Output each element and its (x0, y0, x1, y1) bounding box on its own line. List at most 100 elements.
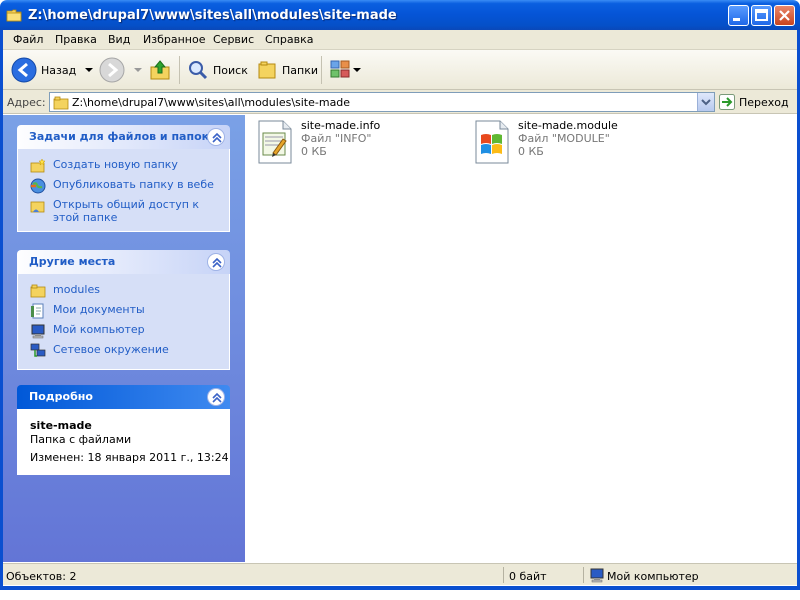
minimize-button[interactable] (728, 5, 749, 26)
file-info: site-made.module Файл "MODULE" 0 КБ (518, 119, 618, 167)
folder-icon (30, 284, 46, 298)
my-computer-icon (590, 568, 604, 583)
publish-web-icon (30, 178, 46, 194)
dropdown-arrow-icon[interactable] (84, 65, 94, 75)
menu-favorites[interactable]: Избранное (143, 33, 205, 46)
details-header[interactable]: Подробно (17, 385, 230, 409)
place-label: Мой компьютер (53, 323, 145, 336)
file-item[interactable]: site-made.module Файл "MODULE" 0 КБ (472, 119, 618, 167)
window-title: Z:\home\drupal7\www\sites\all\modules\si… (28, 8, 397, 23)
file-tasks-title: Задачи для файлов и папок (29, 130, 210, 143)
task-new-folder[interactable]: Создать новую папку (30, 158, 178, 174)
menu-tools[interactable]: Сервис (213, 33, 254, 46)
forward-arrow-icon (99, 57, 125, 83)
menu-file[interactable]: Файл (13, 33, 43, 46)
file-type: Файл "INFO" (301, 132, 372, 145)
place-my-documents[interactable]: Мои документы (30, 303, 145, 319)
address-label: Адрес: (7, 96, 46, 109)
status-divider (503, 567, 504, 583)
dropdown-arrow-icon[interactable] (133, 65, 143, 75)
task-publish-web[interactable]: Опубликовать папку в вебе (30, 178, 214, 194)
close-button[interactable] (774, 5, 795, 26)
other-places-header[interactable]: Другие места (17, 250, 230, 274)
minimize-icon (733, 18, 740, 21)
search-button[interactable]: Поиск (187, 54, 248, 86)
toolbar-separator (321, 56, 322, 84)
back-arrow-icon (11, 57, 37, 83)
collapse-button[interactable] (207, 253, 225, 271)
menu-edit[interactable]: Правка (55, 33, 97, 46)
file-tasks-header[interactable]: Задачи для файлов и папок (17, 125, 230, 149)
status-divider (583, 567, 584, 583)
details-type: Папка с файлами (30, 433, 132, 446)
double-chevron-up-icon (212, 257, 222, 268)
address-input[interactable]: Z:\home\drupal7\www\sites\all\modules\si… (49, 92, 715, 112)
details-modified: Изменен: 18 января 2011 г., 13:24 (30, 451, 229, 464)
window-frame-bottom (0, 586, 800, 590)
place-label: modules (53, 283, 100, 296)
task-share-folder[interactable]: Открыть общий доступ к этой папке (30, 198, 223, 224)
file-name: site-made.info (301, 119, 381, 132)
menu-help[interactable]: Справка (265, 33, 313, 46)
text-file-icon (258, 120, 292, 164)
file-size: 0 КБ (518, 145, 544, 158)
details-title: Подробно (29, 390, 93, 403)
file-name: site-made.module (518, 119, 618, 132)
forward-button[interactable] (99, 54, 143, 86)
other-places-panel: modules Мои документы Мой компьютер Сете… (17, 274, 230, 370)
share-folder-icon (30, 201, 45, 213)
address-value: Z:\home\drupal7\www\sites\all\modules\si… (72, 96, 351, 109)
title-bar[interactable]: Z:\home\drupal7\www\sites\all\modules\si… (0, 0, 800, 30)
dropdown-arrow-icon[interactable] (353, 65, 361, 75)
file-tasks-panel: Создать новую папку Опубликовать папку в… (17, 149, 230, 232)
file-item[interactable]: site-made.info Файл "INFO" 0 КБ (255, 119, 380, 167)
folder-icon (53, 96, 69, 110)
double-chevron-up-icon (212, 392, 222, 403)
collapse-button[interactable] (207, 128, 225, 146)
task-label: Открыть общий доступ к этой папке (53, 198, 200, 224)
my-computer-icon (31, 324, 45, 339)
folders-button[interactable]: Папки (256, 54, 318, 86)
status-size: 0 байт (509, 570, 547, 583)
windows-file-icon (475, 120, 509, 164)
maximize-button[interactable] (751, 5, 772, 26)
toolbar: Назад Поиск Папки (3, 50, 797, 90)
place-label: Мои документы (53, 303, 145, 316)
folder-icon (6, 9, 22, 22)
up-folder-icon (150, 60, 170, 80)
up-folder-button[interactable] (148, 54, 172, 86)
go-label: Переход (739, 95, 789, 109)
place-label: Сетевое окружение (53, 343, 169, 356)
close-icon (779, 10, 790, 21)
place-my-computer[interactable]: Мой компьютер (30, 323, 145, 339)
folders-icon (258, 61, 276, 79)
address-dropdown-button[interactable] (697, 93, 714, 111)
folders-label: Папки (282, 63, 318, 77)
task-label: Создать новую папку (53, 158, 178, 171)
place-modules[interactable]: modules (30, 283, 100, 299)
views-icon (330, 60, 350, 78)
collapse-button[interactable] (207, 388, 225, 406)
chevron-down-icon (701, 99, 711, 106)
go-button[interactable]: Переход (719, 93, 789, 111)
other-places-title: Другие места (29, 255, 116, 268)
task-pane: Задачи для файлов и папок Создать новую … (3, 115, 245, 562)
place-network[interactable]: Сетевое окружение (30, 343, 169, 359)
new-folder-icon (30, 158, 46, 173)
address-bar: Адрес: Z:\home\drupal7\www\sites\all\mod… (3, 90, 797, 114)
details-panel: site-made Папка с файлами Изменен: 18 ян… (17, 409, 230, 475)
menu-bar: Файл Правка Вид Избранное Сервис Справка (3, 30, 797, 50)
menu-view[interactable]: Вид (108, 33, 130, 46)
status-location: Мой компьютер (607, 570, 699, 583)
status-bar: Объектов: 2 0 байт Мой компьютер (3, 563, 797, 585)
toolbar-separator (179, 56, 180, 84)
file-size: 0 КБ (301, 145, 327, 158)
task-label: Опубликовать папку в вебе (53, 178, 214, 191)
search-icon (189, 61, 208, 80)
file-info: site-made.info Файл "INFO" 0 КБ (301, 119, 380, 167)
back-button[interactable]: Назад (11, 54, 94, 86)
views-button[interactable] (329, 54, 361, 86)
details-name: site-made (30, 419, 92, 432)
maximize-icon (755, 9, 768, 21)
file-list[interactable]: site-made.info Файл "INFO" 0 КБ site-mad… (245, 115, 797, 562)
